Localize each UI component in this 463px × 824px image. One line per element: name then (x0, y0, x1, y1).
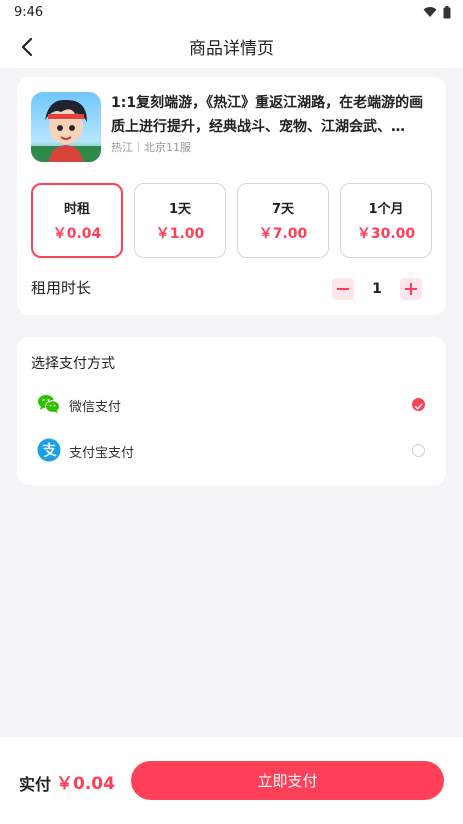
plan-name: 1天 (168, 202, 192, 217)
minus-icon (337, 288, 349, 290)
plan-name: 1个月 (368, 202, 404, 217)
alipay-icon (37, 438, 61, 462)
wifi-icon (423, 7, 437, 17)
status-time: 9:46 (14, 4, 44, 20)
radio-checked-icon[interactable] (412, 398, 425, 411)
rental-duration-label: 租用时长 (31, 279, 92, 297)
payment-option-label: 支付宝支付 (69, 446, 135, 461)
pay-now-button[interactable]: 立即支付 (131, 761, 444, 800)
payment-heading: 选择支付方式 (31, 356, 115, 372)
plan-1-month[interactable]: 1个月 ￥30.00 (340, 183, 432, 258)
product-title: 1:1复刻端游，《热江》重返江湖路，在老端游的画质上进行提升，经典战斗、宠物、江… (111, 95, 424, 135)
plan-price: ￥7.00 (258, 226, 308, 242)
payment-method-card: 选择支付方式 微信支付 支付宝支付 (17, 337, 446, 485)
game-character-image (31, 92, 101, 162)
payment-option-label: 微信支付 (69, 400, 122, 415)
checkout-bar: 实付 ￥0.04 立即支付 (0, 737, 463, 824)
duration-value[interactable]: 1 (354, 278, 400, 300)
plan-name: 时租 (63, 202, 90, 217)
wechat-pay-icon (38, 395, 60, 414)
status-icons (423, 5, 451, 19)
duration-stepper: 1 (332, 278, 422, 300)
status-bar: 9:46 (0, 0, 463, 24)
battery-icon (443, 5, 451, 18)
plan-price: ￥30.00 (356, 226, 416, 242)
game-thumbnail (31, 92, 101, 162)
back-button[interactable] (14, 34, 40, 60)
increase-button[interactable] (400, 278, 422, 300)
plan-name: 7天 (271, 202, 295, 217)
meta-divider (138, 142, 139, 152)
back-arrow-icon (21, 37, 33, 57)
game-name: 热江 (111, 141, 133, 154)
payment-option-wechat[interactable]: 微信支付 (17, 384, 446, 424)
radio-unchecked-icon[interactable] (412, 444, 425, 457)
page-title: 商品详情页 (189, 38, 274, 59)
server-name: 北京11服 (144, 141, 191, 154)
decrease-button[interactable] (332, 278, 354, 300)
total-label: 实付 (19, 775, 52, 794)
product-card: 1:1复刻端游，《热江》重返江湖路，在老端游的画质上进行提升，经典战斗、宠物、江… (17, 77, 446, 315)
plan-hourly[interactable]: 时租 ￥0.04 (31, 183, 123, 258)
nav-bar: 商品详情页 (0, 24, 463, 68)
total-amount: ￥0.04 (56, 774, 115, 794)
plan-7-days[interactable]: 7天 ￥7.00 (237, 183, 329, 258)
plan-1-day[interactable]: 1天 ￥1.00 (134, 183, 226, 258)
payment-option-alipay[interactable]: 支付宝支付 (17, 430, 446, 470)
plan-price: ￥0.04 (52, 226, 102, 242)
rental-plans: 时租 ￥0.04 1天 ￥1.00 7天 ￥7.00 1个月 ￥30.00 (31, 183, 432, 258)
product-meta: 热江 北京11服 (111, 139, 191, 155)
plan-price: ￥1.00 (155, 226, 205, 242)
